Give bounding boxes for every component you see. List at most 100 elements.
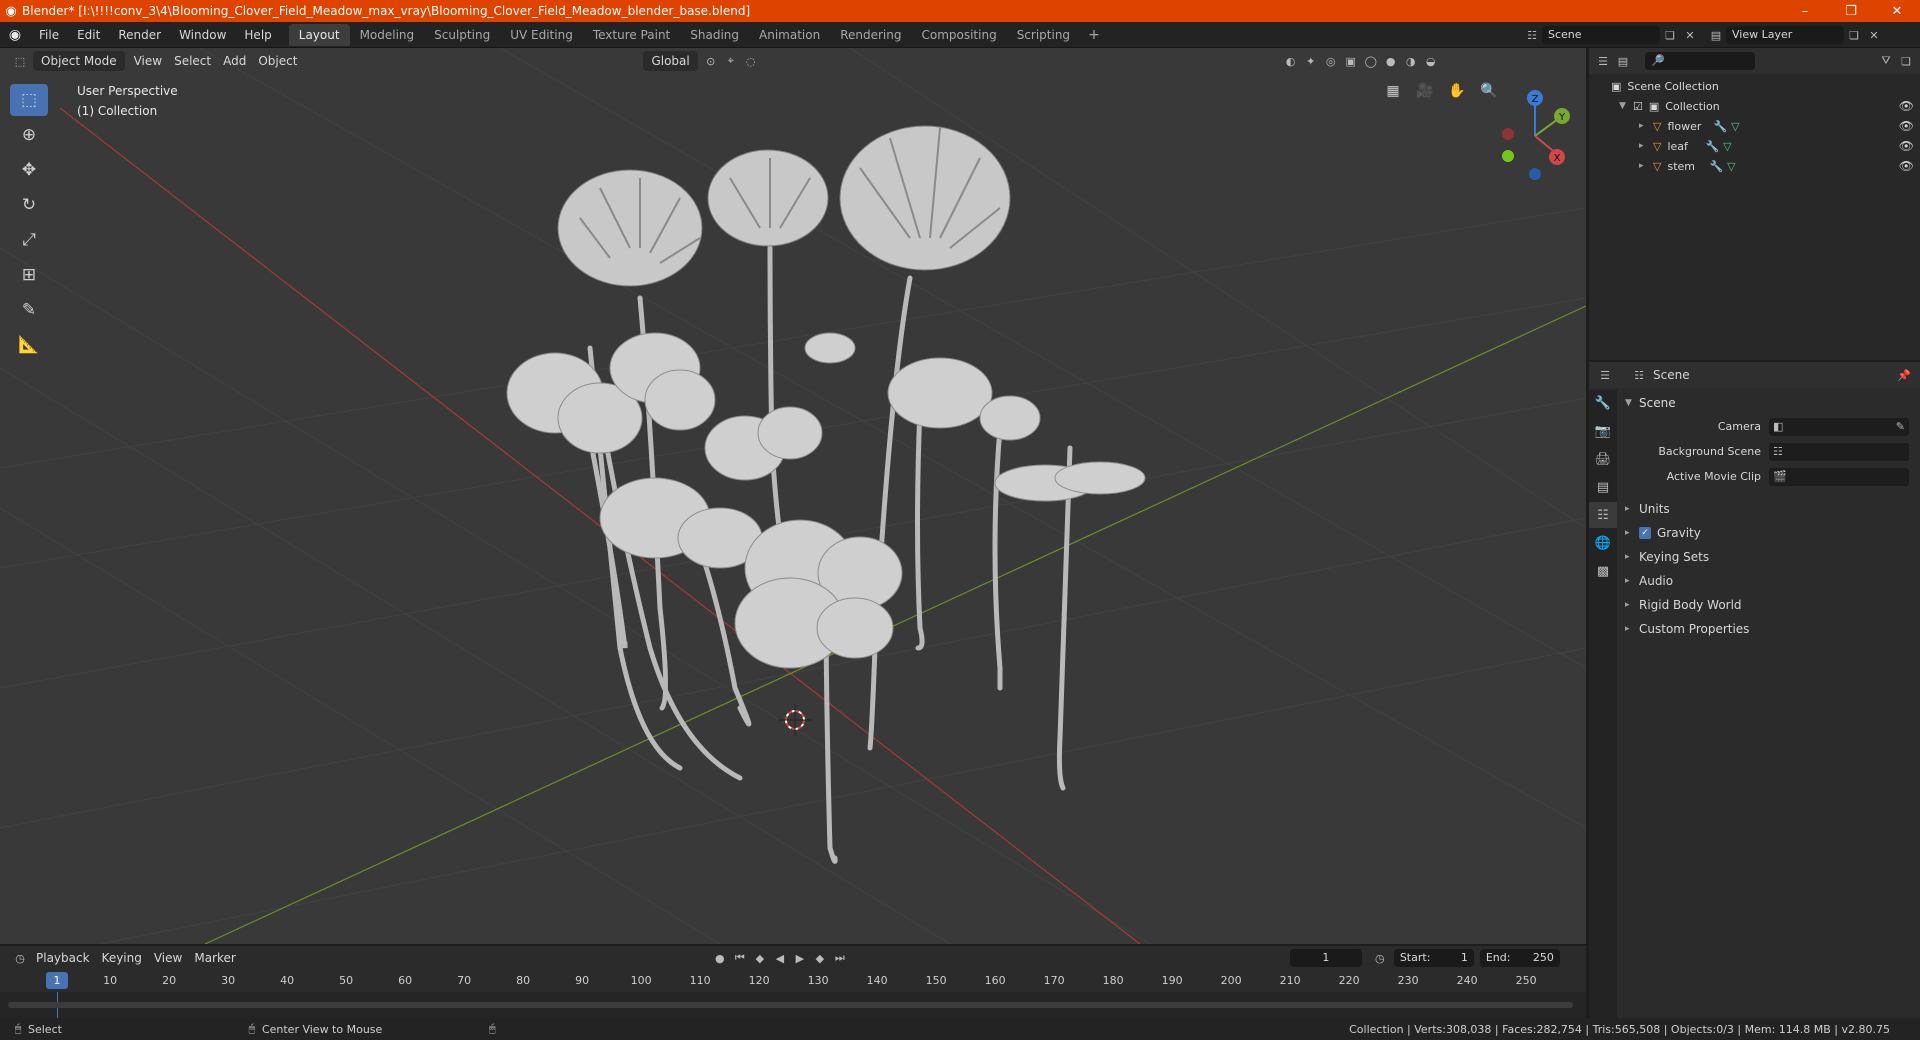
tab-animation[interactable]: Animation xyxy=(749,24,830,46)
delete-scene-icon[interactable]: ✕ xyxy=(1680,26,1700,44)
keying-sets-panel[interactable]: ▸ Keying Sets xyxy=(1619,545,1920,569)
tab-layout[interactable]: Layout xyxy=(288,23,350,46)
restore-button[interactable]: ❐ xyxy=(1828,0,1874,22)
menu-select[interactable]: Select xyxy=(168,51,217,71)
timeline-editor-icon[interactable]: ◷ xyxy=(10,949,30,967)
scene-field[interactable]: Scene xyxy=(1542,26,1660,44)
tab-texture-paint[interactable]: Texture Paint xyxy=(583,24,680,46)
annotate-tool-icon[interactable]: ✎ xyxy=(10,294,48,326)
display-mode-icon[interactable]: ▤ xyxy=(1613,52,1633,70)
visibility-icon[interactable]: ◐ xyxy=(1281,52,1301,70)
editor-type-icon[interactable]: ⬚ xyxy=(10,52,30,70)
texture-tab-icon[interactable]: ▩ xyxy=(1589,558,1617,584)
menu-render[interactable]: Render xyxy=(109,22,170,48)
cursor-tool-icon[interactable]: ⊕ xyxy=(10,119,48,151)
outliner-object-leaf[interactable]: ▸ ▽ leaf 🔧 ▽ 👁 xyxy=(1589,136,1920,156)
expand-icon[interactable]: ▸ xyxy=(1639,121,1653,131)
wireframe-shading-icon[interactable]: ◯ xyxy=(1361,52,1381,70)
jump-start-icon[interactable]: ⏮ xyxy=(730,949,750,967)
scene-icon[interactable]: ☷ xyxy=(1522,26,1542,44)
outliner-object-stem[interactable]: ▸ ▽ stem 🔧 ▽ 👁 xyxy=(1589,156,1920,176)
world-tab-icon[interactable]: 🌐 xyxy=(1589,530,1617,556)
modifier-icon[interactable]: 🔧 xyxy=(1705,140,1719,153)
add-workspace-icon[interactable]: + xyxy=(1080,27,1108,43)
eye-icon[interactable]: 👁 xyxy=(1899,99,1914,113)
transform-tool-icon[interactable]: ⊞ xyxy=(10,259,48,291)
gravity-panel[interactable]: ▸ ✓ Gravity xyxy=(1619,521,1920,545)
move-tool-icon[interactable]: ✥ xyxy=(10,154,48,186)
close-button[interactable]: ✕ xyxy=(1874,0,1920,22)
end-frame-field[interactable]: End: 250 xyxy=(1479,949,1560,967)
preview-range-icon[interactable]: ◷ xyxy=(1370,949,1390,967)
zoom-view-icon[interactable]: 🔍 xyxy=(1476,78,1502,104)
tab-shading[interactable]: Shading xyxy=(680,24,749,46)
solid-shading-icon[interactable]: ● xyxy=(1381,52,1401,70)
units-panel[interactable]: ▸ Units xyxy=(1619,497,1920,521)
transform-orientation-dropdown[interactable]: Global xyxy=(643,51,698,71)
custom-properties-panel[interactable]: ▸ Custom Properties xyxy=(1619,617,1920,641)
eye-icon[interactable]: 👁 xyxy=(1899,119,1914,133)
background-scene-field[interactable]: ☷ xyxy=(1769,442,1909,461)
play-reverse-icon[interactable]: ◀ xyxy=(770,949,790,967)
filter-icon[interactable]: ⛛ xyxy=(1876,52,1896,70)
minimize-button[interactable]: – xyxy=(1782,0,1828,22)
new-scene-icon[interactable]: ❏ xyxy=(1660,26,1680,44)
pivot-point-icon[interactable]: ⊙ xyxy=(701,52,721,70)
pin-icon[interactable]: 📌 xyxy=(1894,366,1914,384)
toggle-perspective-icon[interactable]: ▦ xyxy=(1380,78,1406,104)
scene-panel-header[interactable]: ▼ Scene xyxy=(1619,392,1920,414)
measure-tool-icon[interactable]: 📐 xyxy=(10,329,48,361)
menu-marker[interactable]: Marker xyxy=(188,948,241,968)
tab-uv-editing[interactable]: UV Editing xyxy=(500,24,583,46)
view-layer-icon[interactable]: ▤ xyxy=(1706,26,1726,44)
collection-checkbox[interactable]: ☑ xyxy=(1633,100,1643,113)
timeline-scrollbar[interactable] xyxy=(8,1002,1573,1008)
record-icon[interactable]: ● xyxy=(710,949,730,967)
tab-rendering[interactable]: Rendering xyxy=(830,24,911,46)
render-tab-icon[interactable]: 📷 xyxy=(1589,418,1617,444)
expand-icon[interactable]: ▸ xyxy=(1639,161,1653,171)
outliner-search-input[interactable]: 🔎 xyxy=(1645,52,1755,70)
rendered-shading-icon[interactable]: ◒ xyxy=(1421,52,1441,70)
gizmo-toggle-icon[interactable]: ✦ xyxy=(1301,52,1321,70)
material-shading-icon[interactable]: ◑ xyxy=(1401,52,1421,70)
start-frame-field[interactable]: Start: 1 xyxy=(1393,949,1474,967)
play-icon[interactable]: ▶ xyxy=(790,949,810,967)
modifier-icon[interactable]: 🔧 xyxy=(1709,160,1723,173)
jump-end-icon[interactable]: ⏭ xyxy=(830,949,850,967)
gravity-checkbox[interactable]: ✓ xyxy=(1639,527,1651,539)
mesh-data-icon[interactable]: ▽ xyxy=(1723,140,1731,153)
menu-view[interactable]: View xyxy=(128,51,168,71)
mesh-data-icon[interactable]: ▽ xyxy=(1731,120,1739,133)
audio-panel[interactable]: ▸ Audio xyxy=(1619,569,1920,593)
menu-playback[interactable]: Playback xyxy=(30,948,96,968)
camera-field[interactable]: ◧ ✎ xyxy=(1769,417,1909,436)
overlay-toggle-icon[interactable]: ◎ xyxy=(1321,52,1341,70)
menu-object[interactable]: Object xyxy=(252,51,303,71)
new-view-layer-icon[interactable]: ❏ xyxy=(1844,26,1864,44)
object-mode-dropdown[interactable]: Object Mode xyxy=(33,51,125,71)
scene-tab-icon[interactable]: ☷ xyxy=(1589,502,1617,528)
eye-icon[interactable]: 👁 xyxy=(1899,139,1914,153)
mesh-data-icon[interactable]: ▽ xyxy=(1727,160,1735,173)
view-layer-tab-icon[interactable]: ▤ xyxy=(1589,474,1617,500)
menu-edit[interactable]: Edit xyxy=(68,22,109,48)
3d-viewport[interactable]: Z Y X ⬚ Object Mode View Select Add Obje… xyxy=(0,48,1586,944)
proportional-edit-icon[interactable]: ◌ xyxy=(741,52,761,70)
timeline-frame-ruler[interactable]: 1 10 20 30 40 50 60 70 80 90 100 110 120 130 140 150 16… xyxy=(0,970,1586,992)
select-box-tool-icon[interactable]: ⬚ xyxy=(10,84,48,116)
scale-tool-icon[interactable]: ⤢ xyxy=(10,224,48,256)
next-keyframe-icon[interactable]: ◆ xyxy=(810,949,830,967)
tab-modeling[interactable]: Modeling xyxy=(350,24,425,46)
playhead-frame-indicator[interactable]: 1 xyxy=(46,972,68,989)
xray-toggle-icon[interactable]: ▣ xyxy=(1341,52,1361,70)
tool-tab-icon[interactable]: 🔧 xyxy=(1589,390,1617,416)
eye-icon[interactable]: 👁 xyxy=(1899,159,1914,173)
blender-logo-icon[interactable]: ◉ xyxy=(0,27,30,43)
menu-timeline-view[interactable]: View xyxy=(148,948,188,968)
properties-editor-icon[interactable]: ☰ xyxy=(1595,366,1615,384)
active-movie-clip-field[interactable]: 🎬 xyxy=(1769,467,1909,486)
outliner-scene-collection[interactable]: ▣ Scene Collection xyxy=(1589,76,1920,96)
outliner-collection[interactable]: ▼ ☑ ▣ Collection 👁 xyxy=(1589,96,1920,116)
outliner-editor-icon[interactable]: ☰ xyxy=(1593,52,1613,70)
